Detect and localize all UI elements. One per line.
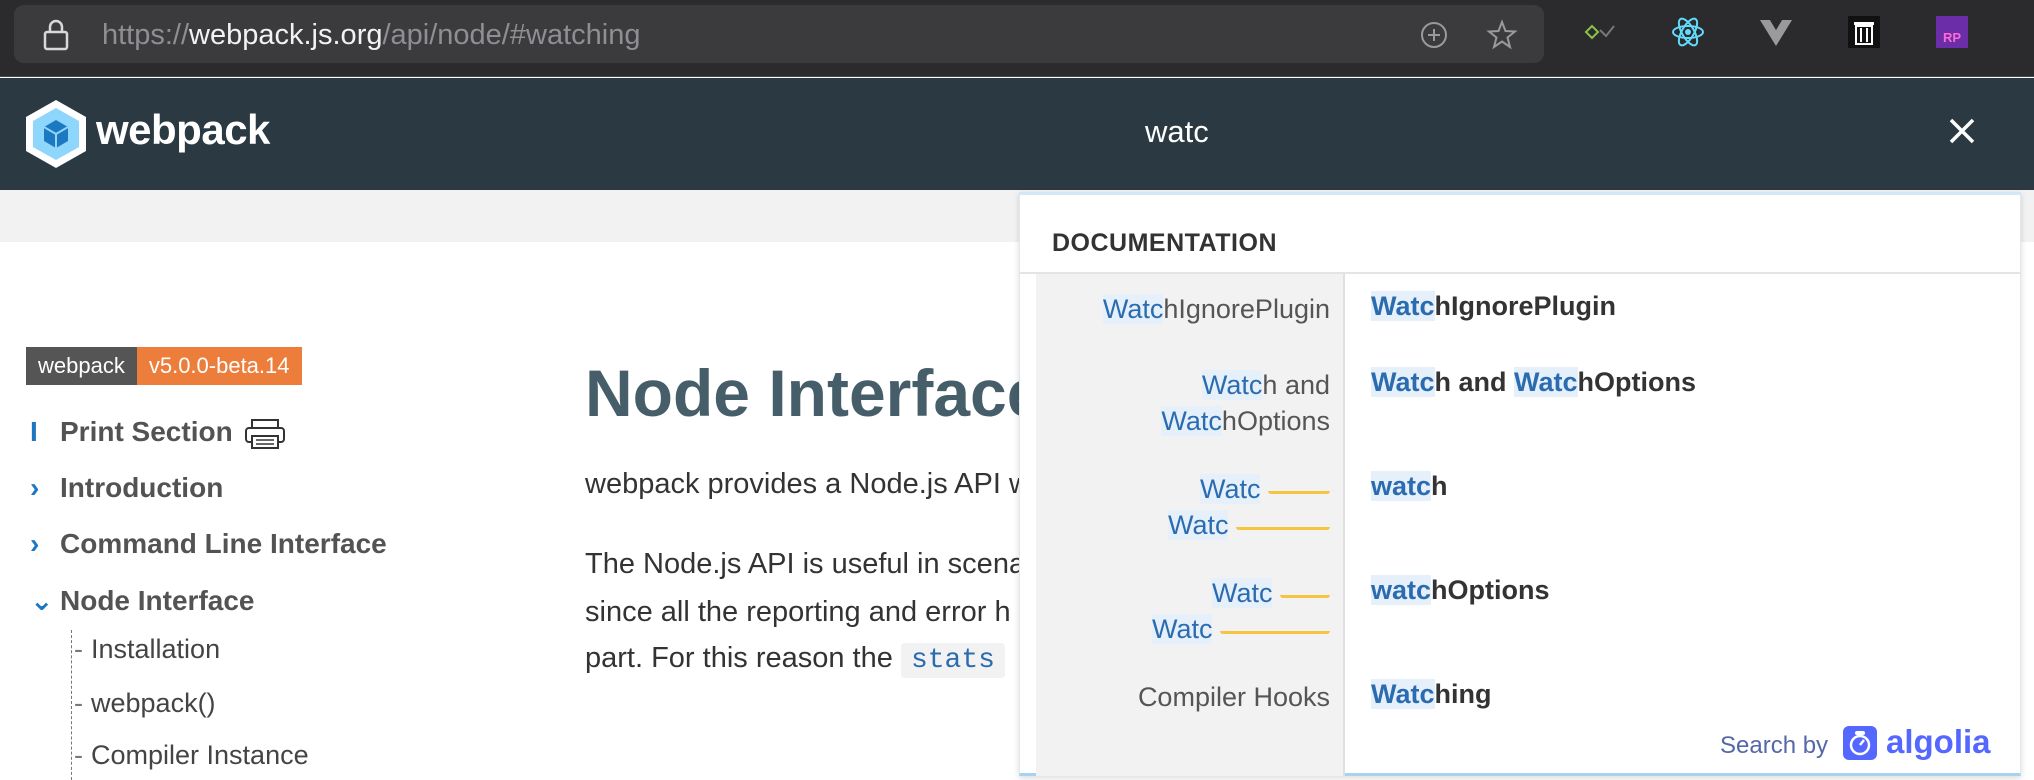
subitem-label: webpack() (91, 688, 216, 718)
react-icon[interactable] (1670, 14, 1706, 50)
search-results-dropdown: DOCUMENTATION WatchIgnorePlugin WatchIgn… (1019, 192, 2021, 776)
algolia-logo-text[interactable]: algolia (1886, 723, 1991, 761)
match-text: hOptions (1221, 406, 1330, 436)
result-item[interactable]: watch (1371, 471, 1448, 502)
sidebar-item-label: Node Interface (60, 585, 255, 616)
paragraph-text: part. For this reason the (585, 642, 893, 674)
result-subcategory[interactable]: Watc Watc (1040, 471, 1330, 543)
result-item[interactable]: WatchIgnorePlugin (1371, 291, 1616, 322)
match-text: h (1431, 471, 1448, 501)
result-item[interactable]: Watch and WatchOptions (1371, 367, 1696, 398)
match-text: hOptions (1431, 575, 1550, 605)
result-subcategory[interactable]: Compiler Hooks (1040, 679, 1330, 715)
match-text: Compiler Hooks (1137, 682, 1330, 712)
match-highlight: Watc (1371, 367, 1435, 397)
match-highlight: Watc (1371, 679, 1435, 709)
match-text: h and (1434, 367, 1515, 397)
match-text: h and (1262, 370, 1330, 400)
inline-code: stats (900, 643, 1005, 678)
match-highlight: Watc (1167, 510, 1229, 540)
address-bar[interactable]: https://webpack.js.org/api/node/#watchin… (14, 5, 1544, 63)
yellow-annotation (1268, 488, 1330, 494)
result-item[interactable]: Watching (1371, 679, 1492, 710)
sidebar-item-label: Command Line Interface (60, 528, 387, 559)
section-marker: I (30, 416, 38, 447)
paragraph-line: since all the reporting and error h (585, 596, 1011, 628)
paragraph-line: part. For this reason the stats (585, 642, 1005, 678)
sidebar-item-label: Print Section (60, 416, 233, 447)
vue-icon[interactable] (1758, 14, 1794, 50)
subitem-label: Compiler Instance (91, 740, 309, 770)
version-number: v5.0.0-beta.14 (136, 347, 302, 385)
url-path: /api/node/#watching (382, 19, 641, 51)
rp-icon[interactable]: RP (1934, 14, 1970, 50)
close-icon[interactable] (1945, 114, 1979, 148)
result-item[interactable]: watchOptions (1371, 575, 1550, 606)
chevron-right-icon: › (30, 528, 40, 559)
trash-icon[interactable] (1846, 14, 1882, 50)
match-highlight: Watc (1201, 370, 1263, 400)
lock-icon (43, 19, 69, 51)
url-text[interactable]: https://webpack.js.org/api/node/#watchin… (102, 19, 640, 52)
match-highlight: Watc (1199, 474, 1261, 504)
match-text: hOptions (1577, 367, 1697, 397)
match-text: hIgnorePlugin (1434, 291, 1617, 321)
match-highlight: Watc (1514, 367, 1578, 397)
sidebar-subitem-installation[interactable]: - Installation (74, 634, 220, 665)
version-badge: webpack v5.0.0-beta.14 (26, 347, 302, 385)
page-title: Node Interface (585, 356, 1044, 430)
subitem-label: Installation (91, 634, 221, 664)
yellow-annotation (1236, 524, 1330, 530)
sidebar-item-label: Introduction (60, 472, 224, 503)
result-subcategory[interactable]: Watch and WatchOptions (1040, 367, 1330, 439)
intro-paragraph: webpack provides a Node.js API w (585, 468, 1030, 500)
sidebar-subitem-webpack[interactable]: - webpack() (74, 688, 216, 719)
match-text: hIgnorePlugin (1163, 294, 1330, 324)
search-by-label: Search by (1720, 732, 1829, 759)
sidebar-item-print-section[interactable]: I Print Section (30, 416, 233, 448)
sidebar-subitem-compiler-instance[interactable]: - Compiler Instance (74, 740, 309, 771)
browser-toolbar: https://webpack.js.org/api/node/#watchin… (0, 0, 2034, 77)
tree-line (71, 630, 72, 780)
results-category-header: DOCUMENTATION (1052, 229, 1277, 257)
yellow-annotation (1220, 628, 1330, 634)
match-highlight: Watc (1211, 578, 1273, 608)
yellow-annotation (1280, 592, 1330, 598)
sidebar-item-node-interface[interactable]: ⌄ Node Interface (30, 584, 255, 617)
bookmark-star-icon[interactable] (1486, 19, 1518, 51)
match-highlight: watc (1371, 575, 1432, 605)
result-subcategory[interactable]: Watc Watc (1040, 575, 1330, 647)
match-highlight: Watc (1102, 294, 1164, 324)
svg-text:RP: RP (1943, 30, 1961, 45)
add-icon[interactable] (1418, 19, 1450, 51)
sidebar-item-introduction[interactable]: › Introduction (30, 472, 223, 504)
webpack-logo-icon[interactable] (24, 98, 88, 170)
match-text: hing (1434, 679, 1492, 709)
match-highlight: Watc (1371, 291, 1435, 321)
chevron-right-icon: › (30, 472, 40, 503)
webpack-logo-text[interactable]: webpack (96, 106, 270, 154)
match-highlight: Watc (1161, 406, 1222, 436)
site-header: webpack watc (0, 78, 2034, 190)
url-scheme: https:// (102, 19, 190, 51)
sidebar-item-command-line-interface[interactable]: › Command Line Interface (30, 528, 387, 560)
chevron-down-icon: ⌄ (30, 585, 54, 616)
match-highlight: watc (1371, 471, 1432, 501)
paragraph-line: The Node.js API is useful in scena (585, 548, 1026, 580)
graphql-icon[interactable] (1582, 14, 1618, 50)
match-highlight: Watc (1151, 614, 1213, 644)
result-subcategory[interactable]: WatchIgnorePlugin (1040, 291, 1330, 327)
version-name: webpack (26, 347, 137, 385)
search-input[interactable]: watc (1145, 114, 1209, 150)
printer-icon[interactable] (244, 418, 286, 450)
algolia-logo-icon[interactable] (1842, 725, 1878, 761)
url-host: webpack.js.org (189, 19, 383, 51)
